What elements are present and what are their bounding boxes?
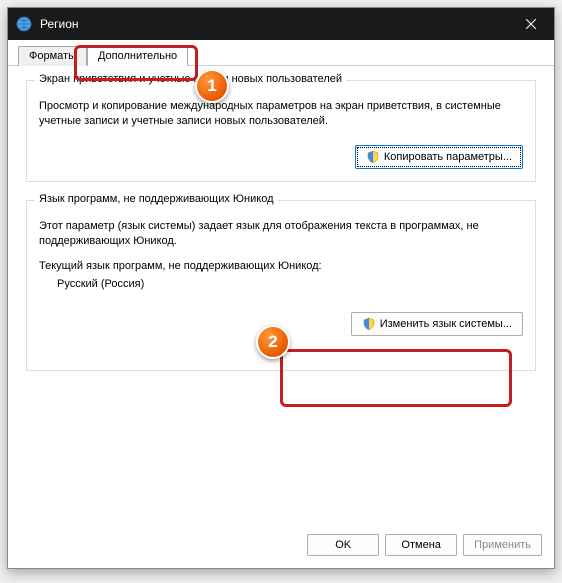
region-dialog: Регион Форматы Дополнительно Экран приве… bbox=[7, 7, 555, 569]
shield-icon bbox=[362, 317, 376, 331]
group-non-unicode-title: Язык программ, не поддерживающих Юникод bbox=[35, 193, 278, 205]
tab-strip: Форматы Дополнительно bbox=[8, 40, 554, 66]
close-button[interactable] bbox=[508, 8, 554, 40]
group-non-unicode-text: Этот параметр (язык системы) задает язык… bbox=[39, 219, 523, 249]
cancel-button[interactable]: Отмена bbox=[385, 534, 457, 556]
ok-button[interactable]: OK bbox=[307, 534, 379, 556]
window-title: Регион bbox=[40, 17, 508, 31]
group-non-unicode: Язык программ, не поддерживающих Юникод … bbox=[26, 200, 536, 372]
copy-settings-label: Копировать параметры... bbox=[384, 151, 512, 163]
current-language-label: Текущий язык программ, не поддерживающих… bbox=[39, 260, 523, 272]
group-welcome-screen: Экран приветствия и учетные записи новых… bbox=[26, 80, 536, 182]
group-welcome-text: Просмотр и копирование международных пар… bbox=[39, 99, 523, 129]
shield-icon bbox=[366, 150, 380, 164]
change-system-locale-label: Изменить язык системы... bbox=[380, 318, 512, 330]
dialog-footer: OK Отмена Применить bbox=[8, 522, 554, 568]
tab-advanced[interactable]: Дополнительно bbox=[87, 46, 188, 66]
tab-content: Экран приветствия и учетные записи новых… bbox=[8, 66, 554, 522]
globe-icon bbox=[16, 16, 32, 32]
apply-button[interactable]: Применить bbox=[463, 534, 542, 556]
current-language-value: Русский (Россия) bbox=[39, 278, 523, 290]
titlebar: Регион bbox=[8, 8, 554, 40]
change-system-locale-button[interactable]: Изменить язык системы... bbox=[351, 312, 523, 336]
tab-formats[interactable]: Форматы bbox=[18, 46, 87, 66]
group-welcome-title: Экран приветствия и учетные записи новых… bbox=[35, 73, 346, 85]
copy-settings-button[interactable]: Копировать параметры... bbox=[355, 145, 523, 169]
